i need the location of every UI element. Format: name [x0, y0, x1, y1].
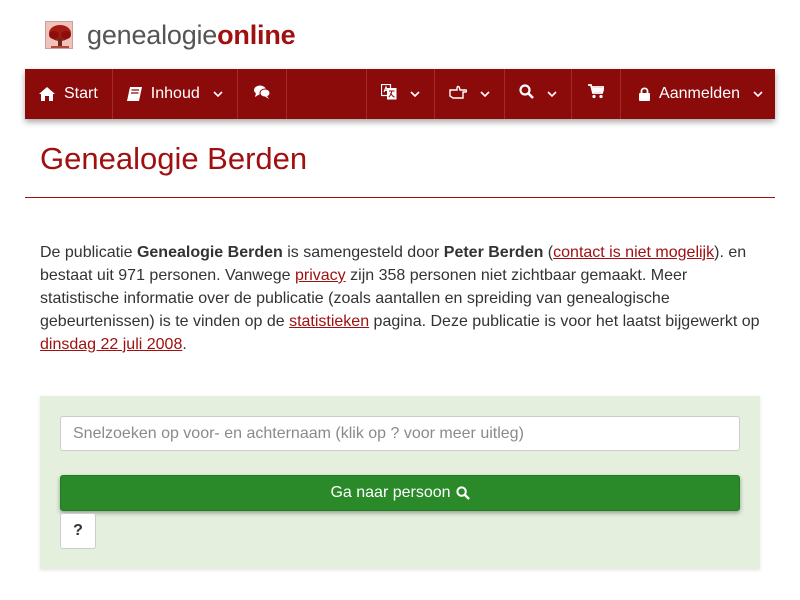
publication-intro: De publicatie Genealogie Berden is samen…: [40, 241, 770, 356]
statistics-link[interactable]: statistieken: [289, 313, 369, 330]
language-icon: [380, 83, 397, 105]
title-divider: [25, 197, 775, 198]
search-icon: [519, 84, 534, 104]
nav-content-dropdown[interactable]: Inhoud: [113, 69, 238, 119]
intro-text: is samengesteld door: [282, 244, 444, 261]
nav-search-dropdown[interactable]: [505, 69, 573, 119]
tree-logo-icon: [45, 21, 73, 49]
lock-icon: [639, 87, 651, 101]
nav-language-dropdown[interactable]: [367, 69, 436, 119]
nav-forum[interactable]: [238, 69, 287, 119]
intro-text: (: [543, 244, 554, 261]
page-title: Genealogie Berden: [40, 141, 308, 176]
intro-text: pagina. Deze publicatie is voor het laat…: [369, 313, 760, 330]
comments-icon: [253, 85, 271, 104]
intro-text: .: [182, 336, 187, 353]
chevron-down-icon: [213, 90, 223, 98]
author-name: Peter Berden: [443, 244, 544, 261]
intro-text: De publicatie: [40, 244, 137, 261]
chevron-down-icon: [410, 90, 420, 98]
nav-shop[interactable]: [572, 69, 622, 119]
nav-spacer: [287, 69, 368, 119]
brand-part-2: online: [217, 19, 296, 50]
privacy-link[interactable]: privacy: [295, 267, 346, 284]
home-icon: [39, 87, 55, 101]
quick-search-input[interactable]: [60, 416, 740, 451]
search-icon: [455, 486, 470, 500]
nav-actions-dropdown[interactable]: [435, 69, 506, 119]
nav-start-label: Start: [64, 85, 98, 102]
contact-link[interactable]: contact is niet mogelijk: [553, 244, 714, 261]
nav-login-dropdown[interactable]: Aanmelden: [621, 69, 775, 119]
publication-name: Genealogie Berden: [136, 244, 283, 261]
chevron-down-icon: [547, 90, 557, 98]
brand-name: genealogieonline: [87, 19, 296, 51]
nav-start[interactable]: Start: [25, 69, 113, 119]
chevron-down-icon: [753, 90, 763, 98]
site-brand[interactable]: genealogieonline: [45, 18, 296, 52]
last-updated-date-link[interactable]: dinsdag 22 juli 2008: [40, 336, 182, 353]
search-help-button[interactable]: ?: [60, 513, 96, 549]
brand-part-1: genealogie: [87, 19, 218, 50]
go-to-person-label: Ga naar persoon: [330, 484, 451, 501]
book-icon: [126, 87, 142, 101]
cart-icon: [588, 84, 606, 104]
nav-login-label: Aanmelden: [659, 85, 740, 102]
chevron-down-icon: [480, 90, 490, 98]
go-to-person-button[interactable]: Ga naar persoon: [60, 475, 740, 511]
main-navbar: Start Inhoud Aanmelden: [25, 69, 775, 119]
nav-content-label: Inhoud: [150, 85, 200, 102]
quick-search-panel: Ga naar persoon ?: [40, 396, 760, 569]
hand-point-icon: [449, 85, 468, 104]
